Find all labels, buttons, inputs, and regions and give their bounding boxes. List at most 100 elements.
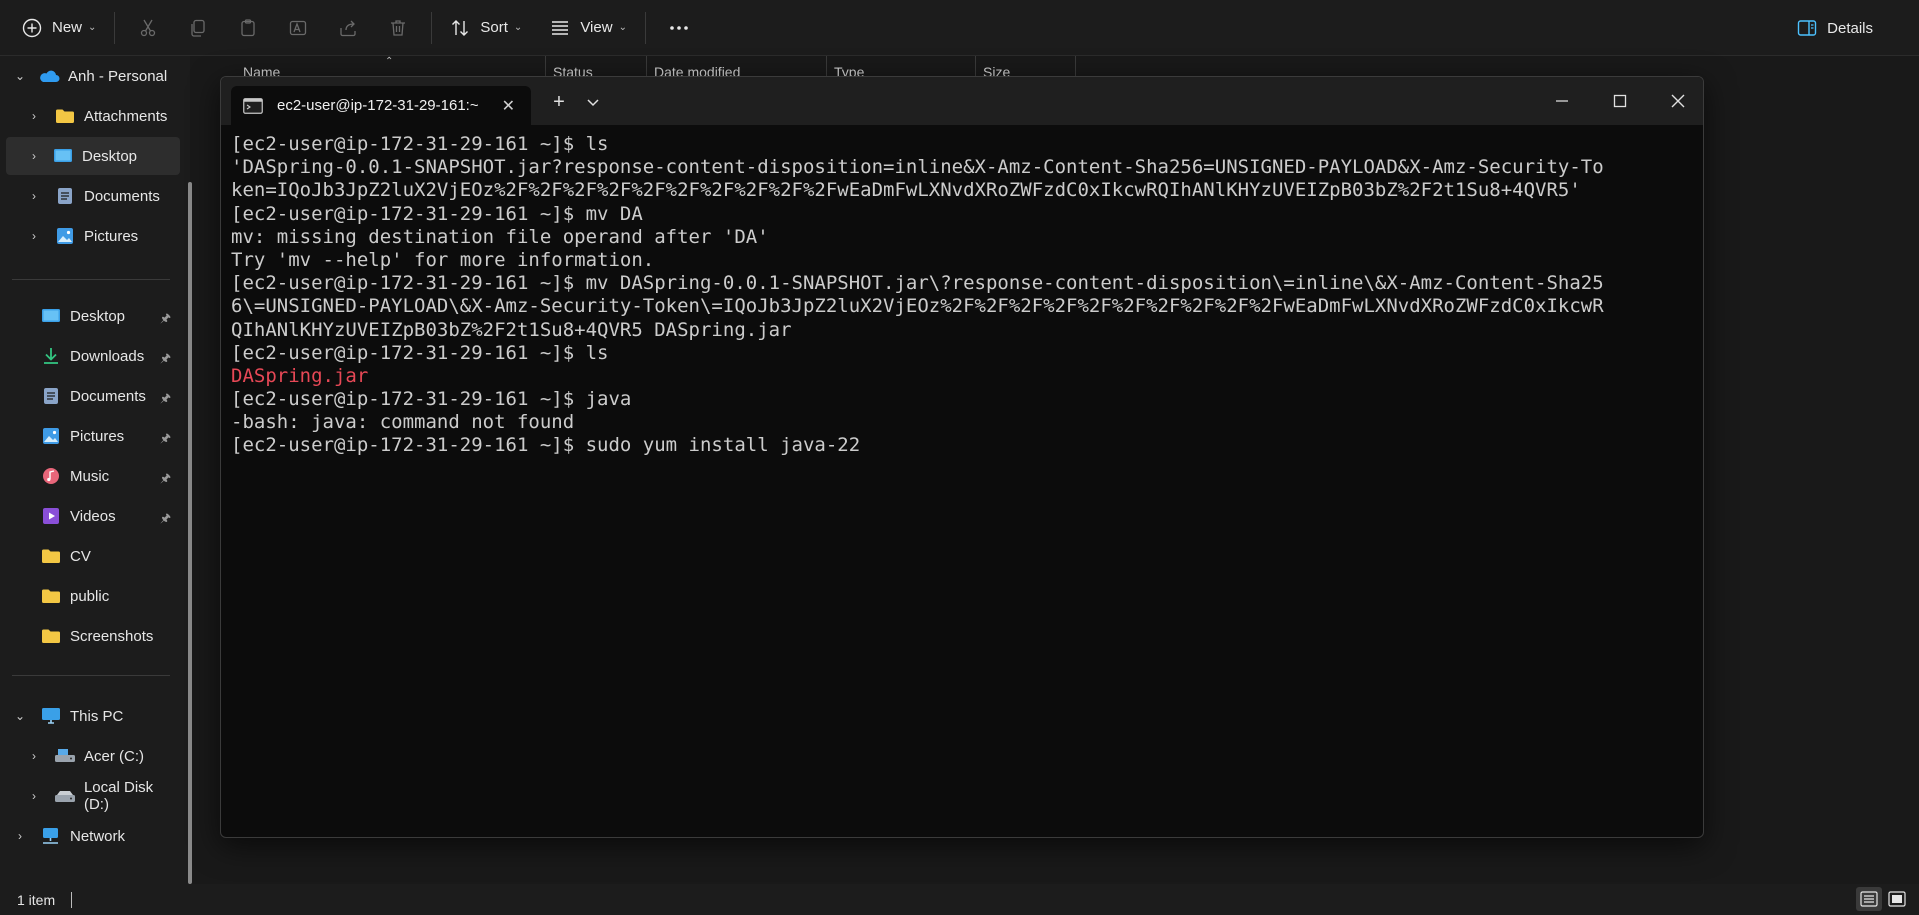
terminal-line: 6\=UNSIGNED-PAYLOAD\&X-Amz-Security-Toke… <box>231 295 1604 318</box>
terminal-line-current-command: [ec2-user@ip-172-31-29-161 ~]$ sudo yum … <box>231 434 861 457</box>
downloads-icon <box>40 347 62 365</box>
cloud-icon <box>38 67 60 85</box>
sidebar-item-this-pc[interactable]: ⌄ This PC <box>12 697 182 735</box>
sidebar-scrollbar[interactable] <box>188 182 192 884</box>
terminal-tab-title: ec2-user@ip-172-31-29-161:~ <box>277 97 479 114</box>
share-button[interactable] <box>323 10 373 46</box>
sidebar-item-label: Network <box>70 827 126 845</box>
pin-icon[interactable]: 🖈 <box>160 429 171 450</box>
details-pane-button[interactable]: Details <box>1787 10 1883 46</box>
delete-icon <box>391 19 406 36</box>
command-bar: New ⌄ Sort ⌄ View ⌄ Details <box>0 0 1919 56</box>
status-bar: 1 item <box>0 884 1919 915</box>
chevron-right-icon[interactable]: › <box>26 229 42 243</box>
toolbar-divider <box>114 11 116 44</box>
sidebar-item-pictures-onedrive[interactable]: › Pictures <box>26 217 182 255</box>
chevron-right-icon[interactable]: › <box>26 789 42 803</box>
pin-icon[interactable]: 🖈 <box>160 509 171 530</box>
chevron-down-icon[interactable] <box>585 95 601 109</box>
navigation-pane: ⌄ Anh - Personal › Attachments › Desktop… <box>0 56 192 884</box>
chevron-down-icon: ⌄ <box>88 22 97 33</box>
folder-icon <box>40 627 62 645</box>
maximize-icon[interactable] <box>1610 91 1630 111</box>
sidebar-item-network[interactable]: › Network <box>12 817 182 855</box>
chevron-right-icon[interactable]: › <box>26 109 42 123</box>
copy-icon <box>191 19 206 37</box>
cut-button[interactable] <box>123 10 173 46</box>
sidebar-item-attachments[interactable]: › Attachments <box>26 97 182 135</box>
drive-icon <box>54 747 76 765</box>
close-icon[interactable] <box>1668 91 1688 111</box>
sidebar-item-label: Desktop <box>82 147 138 165</box>
minimize-icon[interactable] <box>1552 91 1572 111</box>
desktop-icon <box>40 307 62 325</box>
plus-circle-icon <box>22 18 42 37</box>
pin-icon[interactable]: 🖈 <box>160 389 171 410</box>
pin-icon[interactable]: 🖈 <box>160 309 171 330</box>
desktop-icon <box>52 147 74 165</box>
new-label: New <box>52 19 83 36</box>
pictures-icon <box>40 427 62 445</box>
chevron-right-icon[interactable]: › <box>12 829 28 843</box>
sidebar-item-drive-c[interactable]: › Acer (C:) <box>26 737 182 775</box>
sidebar-item-cv[interactable]: CV <box>40 537 182 575</box>
close-tab-icon[interactable]: ✕ <box>502 96 515 116</box>
terminal-line: Try 'mv --help' for more information. <box>231 248 655 271</box>
more-options-button[interactable] <box>654 10 704 46</box>
pin-icon[interactable]: 🖈 <box>160 349 171 370</box>
paste-button[interactable] <box>223 10 273 46</box>
pin-icon[interactable]: 🖈 <box>160 469 171 490</box>
terminal-output[interactable]: [ec2-user@ip-172-31-29-161 ~]$ ls 'DASpr… <box>231 133 1693 823</box>
plus-icon: + <box>553 91 565 113</box>
rename-icon <box>290 20 307 35</box>
copy-button[interactable] <box>173 10 223 46</box>
delete-button[interactable] <box>373 10 423 46</box>
new-button[interactable]: New ⌄ <box>12 10 106 46</box>
sidebar-item-label: Screenshots <box>70 627 154 645</box>
sidebar-item-label: Music <box>70 467 110 485</box>
terminal-line: [ec2-user@ip-172-31-29-161 ~]$ java <box>231 388 632 411</box>
network-icon <box>40 827 62 845</box>
chevron-right-icon[interactable]: › <box>26 749 42 763</box>
sidebar-item-documents-onedrive[interactable]: › Documents <box>26 177 182 215</box>
chevron-right-icon[interactable]: › <box>26 189 42 203</box>
chevron-down-icon: ⌄ <box>618 22 627 33</box>
details-view-icon <box>1860 891 1878 907</box>
terminal-line: [ec2-user@ip-172-31-29-161 ~]$ ls <box>231 341 609 364</box>
sidebar-item-label: CV <box>70 547 91 565</box>
pictures-icon <box>54 227 76 245</box>
documents-icon <box>54 187 76 205</box>
chevron-down-icon[interactable]: ⌄ <box>12 69 28 83</box>
documents-icon <box>40 387 62 405</box>
chevron-down-icon[interactable]: ⌄ <box>12 709 28 723</box>
folder-icon <box>54 107 76 125</box>
sidebar-item-desktop-onedrive[interactable]: › Desktop <box>6 137 180 175</box>
sidebar-item-label: Videos <box>70 507 116 525</box>
details-view-button[interactable] <box>1856 887 1882 911</box>
terminal-line: ken=IQoJb3JpZ2luX2VjEOz%2F%2F%2F%2F%2F%2… <box>231 179 1581 202</box>
sidebar-item-screenshots[interactable]: Screenshots <box>40 617 182 655</box>
chevron-right-icon[interactable]: › <box>26 149 42 163</box>
sidebar-item-label: Desktop <box>70 307 126 325</box>
sidebar-item-public[interactable]: public <box>40 577 182 615</box>
sidebar-item-drive-d[interactable]: › Local Disk (D:) <box>26 777 182 815</box>
terminal-title-bar[interactable]: ec2-user@ip-172-31-29-161:~ ✕ + <box>221 77 1703 125</box>
item-count: 1 item <box>17 892 56 908</box>
rename-button[interactable] <box>273 10 323 46</box>
sidebar-item-label: Attachments <box>84 107 168 125</box>
terminal-tab[interactable]: ec2-user@ip-172-31-29-161:~ ✕ <box>231 86 531 125</box>
large-icons-view-button[interactable] <box>1884 887 1910 911</box>
terminal-line: -bash: java: command not found <box>231 411 575 434</box>
sidebar-item-label: Downloads <box>70 347 145 365</box>
folder-icon <box>40 547 62 565</box>
sidebar-item-label: Pictures <box>84 227 139 245</box>
chevron-down-icon: ⌄ <box>513 22 523 33</box>
terminal-line: 'DASpring-0.0.1-SNAPSHOT.jar?response-co… <box>231 156 1604 179</box>
sort-label: Sort <box>480 19 508 36</box>
sidebar-item-onedrive[interactable]: ⌄ Anh - Personal <box>12 57 182 95</box>
new-tab-button[interactable]: + <box>546 91 572 113</box>
sidebar-item-label: public <box>70 587 110 605</box>
sort-button[interactable]: Sort ⌄ <box>440 10 532 46</box>
view-button[interactable]: View ⌄ <box>540 10 637 46</box>
sort-arrow-icon: ⌃ <box>385 56 394 67</box>
